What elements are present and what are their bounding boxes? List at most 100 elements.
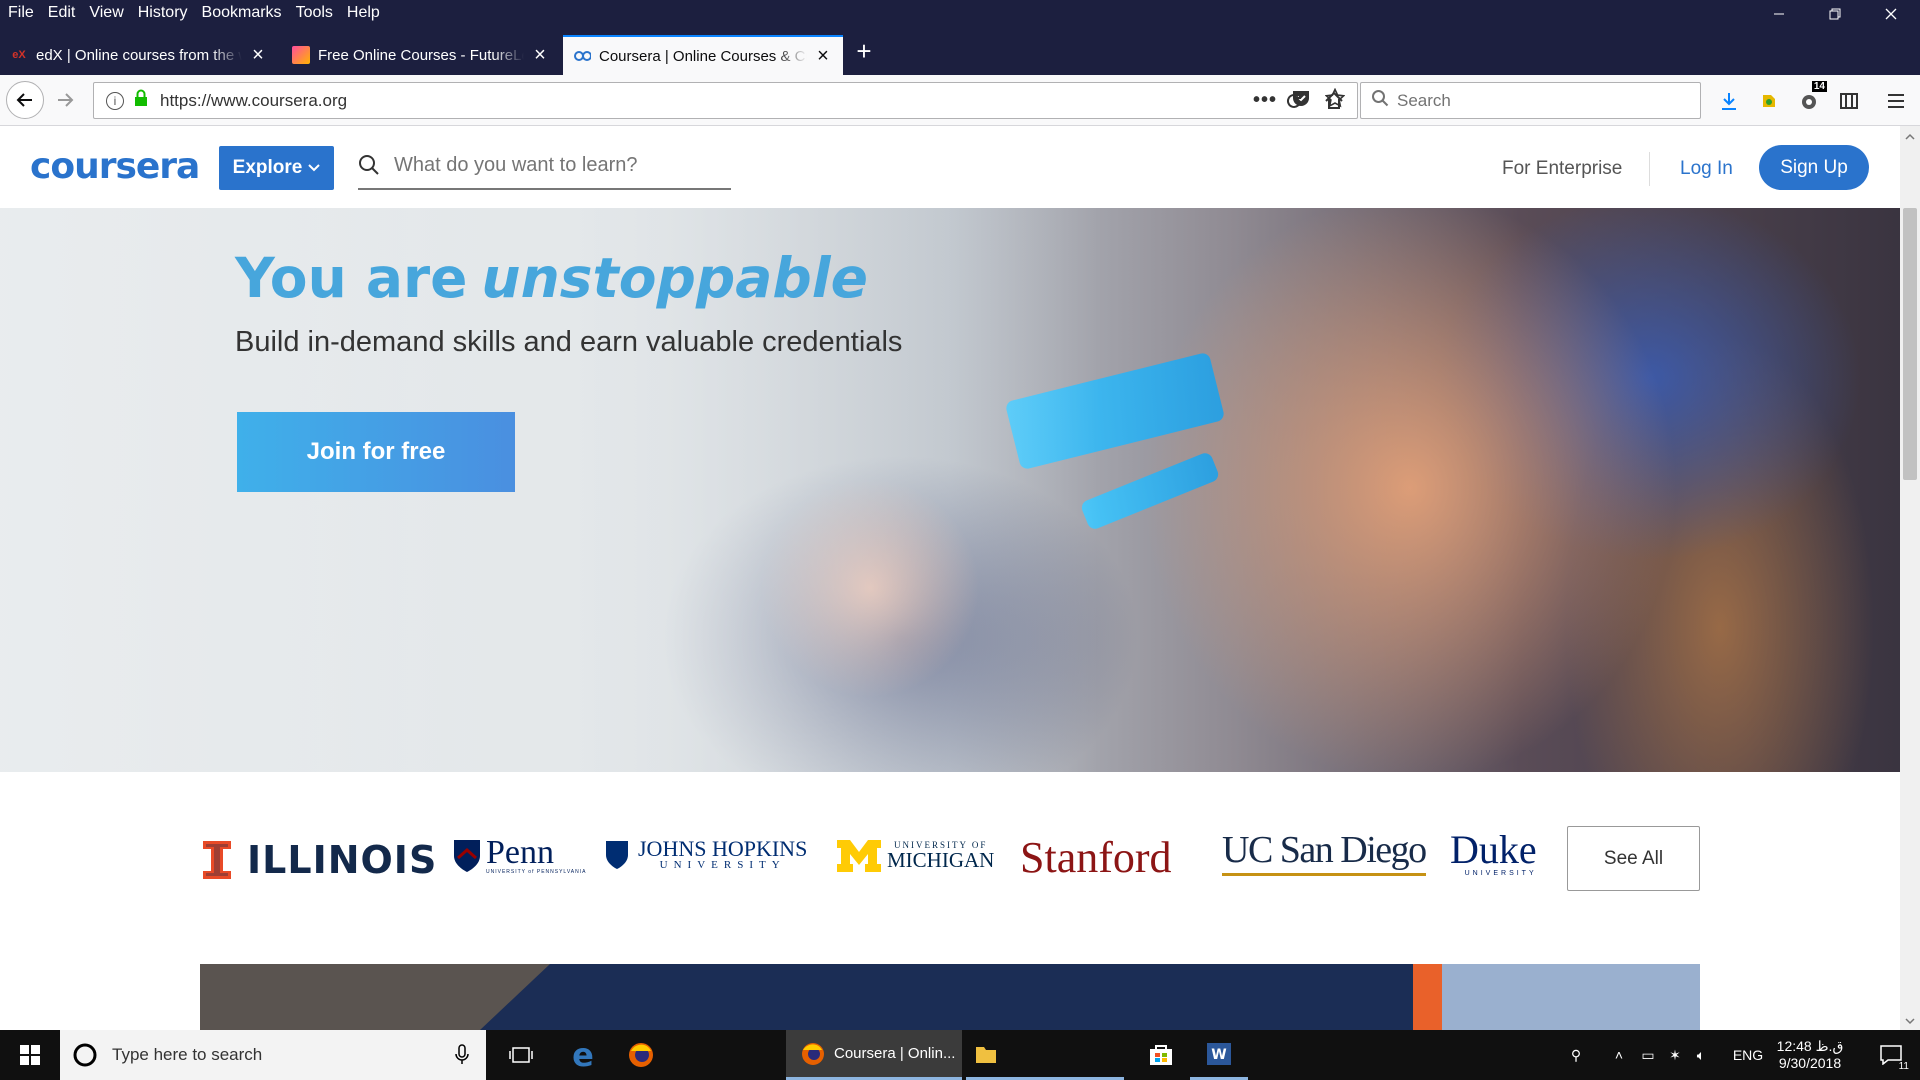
jhu-sub-text: UNIVERSITY bbox=[659, 859, 786, 871]
promo-photo bbox=[200, 964, 550, 1030]
menu-help[interactable]: Help bbox=[340, 0, 387, 27]
for-enterprise-link[interactable]: For Enterprise bbox=[1502, 158, 1622, 180]
start-button[interactable] bbox=[0, 1030, 60, 1080]
notification-count: 11 bbox=[1897, 1061, 1910, 1072]
back-button[interactable] bbox=[6, 81, 44, 119]
see-all-partners-button[interactable]: See All bbox=[1567, 826, 1700, 891]
menu-bookmarks[interactable]: Bookmarks bbox=[195, 0, 289, 27]
jhu-shield-icon bbox=[606, 840, 628, 869]
browser-search-box[interactable]: Search bbox=[1360, 82, 1701, 119]
futurelearn-icon bbox=[292, 46, 310, 64]
taskbar-search[interactable]: Type here to search bbox=[60, 1030, 486, 1080]
microphone-icon[interactable] bbox=[454, 1044, 470, 1066]
stanford-logo[interactable]: Stanford bbox=[1020, 832, 1172, 883]
firefox-window-button[interactable]: Coursera | Onlin... bbox=[786, 1030, 962, 1080]
firefox-taskbar-button[interactable] bbox=[612, 1030, 670, 1080]
reader-view-button[interactable] bbox=[1835, 87, 1863, 115]
tab-label: edX | Online courses from the w bbox=[36, 46, 242, 64]
clock-time: 12:48 ق.ظ bbox=[1776, 1037, 1844, 1054]
scroll-down-icon[interactable] bbox=[1900, 1014, 1920, 1028]
hamburger-menu-button[interactable] bbox=[1882, 87, 1910, 115]
menu-tools[interactable]: Tools bbox=[289, 0, 340, 27]
home-button[interactable] bbox=[1320, 87, 1348, 115]
web-page: coursera Explore For Enterprise Log In S… bbox=[0, 126, 1900, 1030]
action-center-button[interactable]: 11 bbox=[1862, 1030, 1920, 1080]
promo-accent-stripe bbox=[1413, 964, 1442, 1030]
active-window-label: Coursera | Onlin... bbox=[834, 1045, 956, 1062]
url-bar[interactable]: i https://www.coursera.org ••• bbox=[93, 82, 1358, 119]
umich-logo[interactable]: UNIVERSITY OF MICHIGAN bbox=[837, 840, 994, 872]
store-taskbar-button[interactable] bbox=[1132, 1030, 1190, 1080]
plus-icon: + bbox=[856, 36, 872, 66]
chevron-up-icon[interactable]: ˄ bbox=[1604, 1047, 1634, 1063]
promo-right-panel bbox=[1442, 964, 1700, 1030]
extension-button[interactable] bbox=[1755, 87, 1783, 115]
battery-icon[interactable]: ▭ bbox=[1634, 1047, 1662, 1064]
partner-logos: ILLINOIS Penn UNIVERSITY of PENNSYLVANIA… bbox=[0, 772, 1900, 972]
ucsd-logo[interactable]: UC San Diego bbox=[1222, 828, 1427, 876]
search-icon bbox=[359, 155, 379, 175]
close-tab-icon[interactable]: × bbox=[248, 44, 268, 67]
close-icon bbox=[1885, 8, 1897, 19]
file-explorer-button[interactable] bbox=[966, 1030, 1124, 1080]
login-link[interactable]: Log In bbox=[1680, 158, 1733, 180]
join-for-free-button[interactable]: Join for free bbox=[237, 412, 515, 492]
downloads-button[interactable] bbox=[1715, 87, 1743, 115]
hero-title: You are unstoppable bbox=[235, 246, 868, 310]
umich-main-text: MICHIGAN bbox=[887, 848, 995, 872]
edge-taskbar-button[interactable]: e bbox=[554, 1030, 612, 1080]
menu-edit[interactable]: Edit bbox=[41, 0, 83, 27]
illinois-i-icon bbox=[203, 841, 231, 879]
minimize-button[interactable] bbox=[1752, 0, 1806, 27]
restore-icon bbox=[1829, 8, 1841, 19]
page-actions-icon[interactable]: ••• bbox=[1253, 89, 1277, 112]
browser-menubar: File Edit View History Bookmarks Tools H… bbox=[0, 0, 1920, 27]
firefox-icon bbox=[802, 1042, 824, 1065]
url-text: https://www.coursera.org bbox=[160, 90, 348, 110]
scrollbar-thumb[interactable] bbox=[1903, 208, 1917, 480]
johns-hopkins-logo[interactable]: JOHNS HOPKINS UNIVERSITY bbox=[604, 838, 807, 871]
course-search-input[interactable] bbox=[394, 153, 714, 177]
signup-button[interactable]: Sign Up bbox=[1759, 145, 1869, 190]
system-tray: ⚲ ˄ ▭ ✶ 🔈︎ ENG bbox=[1560, 1030, 1768, 1080]
forward-button[interactable] bbox=[50, 87, 80, 113]
chevron-down-icon bbox=[308, 164, 321, 172]
duke-logo[interactable]: Duke UNIVERSITY bbox=[1450, 827, 1537, 878]
coursera-logo[interactable]: coursera bbox=[30, 146, 200, 187]
tab-futurelearn[interactable]: Free Online Courses - FutureLea × bbox=[282, 35, 560, 75]
task-view-icon bbox=[509, 1047, 533, 1063]
hero-title-emphasis: unstoppable bbox=[481, 246, 868, 310]
addon-badge-button[interactable]: 14 bbox=[1795, 81, 1827, 115]
people-icon[interactable]: ⚲ bbox=[1560, 1047, 1592, 1064]
restore-button[interactable] bbox=[1808, 0, 1862, 27]
windows-logo-icon bbox=[20, 1045, 40, 1065]
lock-icon bbox=[134, 89, 148, 112]
stanford-text: Stanford bbox=[1020, 833, 1172, 882]
penn-logo[interactable]: Penn UNIVERSITY of PENNSYLVANIA bbox=[452, 836, 586, 875]
menu-view[interactable]: View bbox=[82, 0, 130, 27]
extension-icon bbox=[1763, 95, 1775, 107]
close-tab-icon[interactable]: × bbox=[813, 45, 833, 68]
info-icon[interactable]: i bbox=[106, 91, 124, 110]
scroll-up-icon[interactable] bbox=[1900, 130, 1920, 144]
reload-button[interactable] bbox=[1280, 87, 1308, 115]
explore-button[interactable]: Explore bbox=[219, 146, 334, 190]
word-taskbar-button[interactable]: W bbox=[1190, 1030, 1248, 1080]
tab-edx[interactable]: eX edX | Online courses from the w × bbox=[0, 35, 278, 75]
clock[interactable]: 12:48 ق.ظ 9/30/2018 bbox=[1760, 1030, 1860, 1080]
menu-history[interactable]: History bbox=[131, 0, 195, 27]
illinois-logo[interactable]: ILLINOIS bbox=[203, 838, 437, 882]
duke-subtext: UNIVERSITY bbox=[1464, 870, 1537, 877]
duke-text: Duke bbox=[1450, 827, 1537, 872]
jhu-main-text: JOHNS HOPKINS bbox=[638, 836, 808, 861]
close-tab-icon[interactable]: × bbox=[530, 44, 550, 67]
coursera-icon bbox=[573, 47, 591, 65]
menu-file[interactable]: File bbox=[0, 0, 41, 27]
tab-coursera[interactable]: Coursera | Online Courses & Cre × bbox=[563, 35, 843, 75]
new-tab-button[interactable]: + bbox=[850, 36, 878, 67]
clock-date: 9/30/2018 bbox=[1778, 1055, 1842, 1071]
volume-icon[interactable]: 🔈︎ bbox=[1688, 1047, 1714, 1064]
close-window-button[interactable] bbox=[1864, 0, 1918, 27]
network-icon[interactable]: ✶ bbox=[1662, 1047, 1688, 1064]
task-view-button[interactable] bbox=[492, 1030, 550, 1080]
